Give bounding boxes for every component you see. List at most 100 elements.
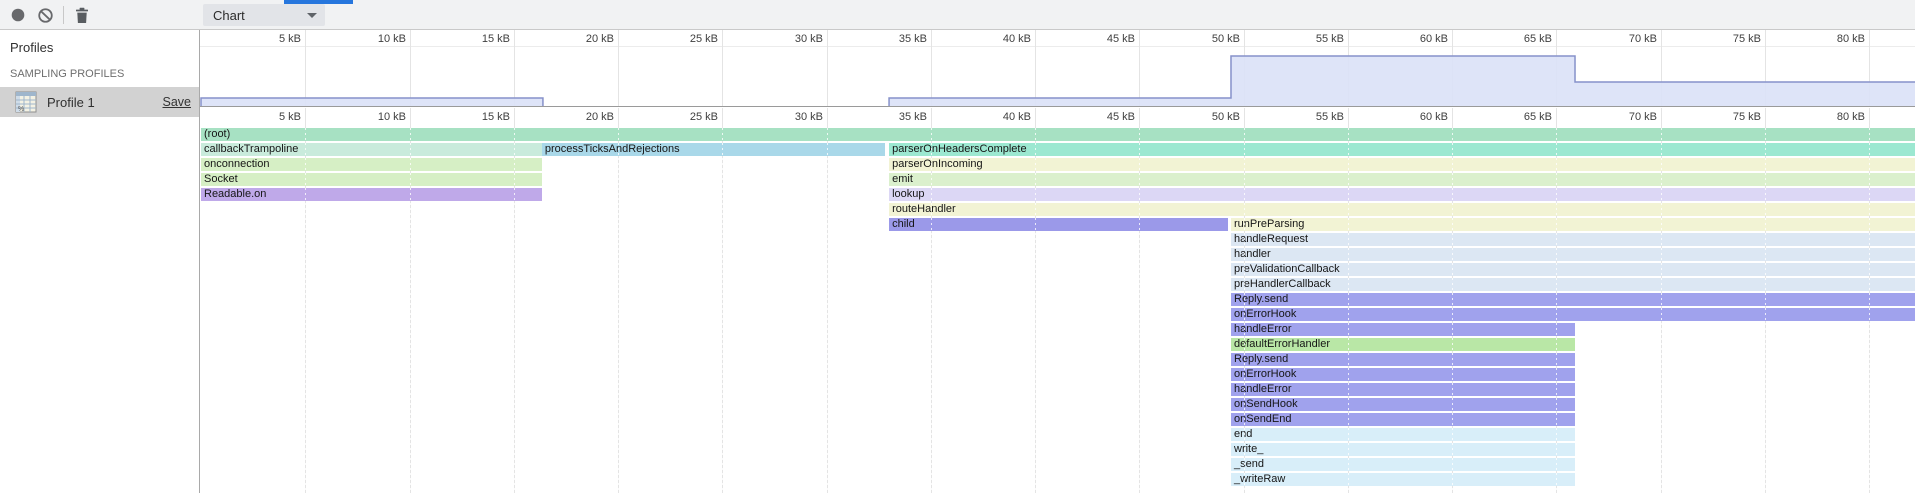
flame-bar-handleRequest[interactable]: handleRequest [1231,233,1915,246]
flame-bar-routeHandler[interactable]: routeHandler [889,203,1915,216]
gridline-25kb [722,108,723,128]
flame-bar-onSendHook[interactable]: onSendHook [1231,398,1575,411]
gridline-15kb [514,128,515,493]
gridline-60kb [1452,108,1453,128]
flame-bar-defaultErrorHandler[interactable]: defaultErrorHandler [1231,338,1575,351]
flame-bar-preValidationCallback[interactable]: preValidationCallback [1231,263,1915,276]
flame-bar-child[interactable]: child [889,218,1228,231]
toolbar: Chart [0,0,1915,30]
active-tab-indicator [284,0,353,4]
overview-area-chart[interactable] [200,30,1915,107]
clear-button[interactable] [36,6,54,24]
gridline-60kb [1452,128,1453,493]
sidebar-title: Profiles [10,40,53,55]
flame-bar-preHandlerCallback[interactable]: preHandlerCallback [1231,278,1915,291]
circle-slash-icon [37,7,54,24]
gridline-5kb [305,128,306,493]
gridline-10kb [410,128,411,493]
gridline-40kb [1035,128,1036,493]
view-mode-value: Chart [213,8,245,23]
gridline-80kb [1869,108,1870,128]
flame-bar-Reply.send[interactable]: Reply.send [1231,293,1915,306]
flame-bar-_send[interactable]: _send [1231,458,1575,471]
flame-bar-_writeRaw[interactable]: _writeRaw [1231,473,1575,486]
ruler-tick-label: 75 kB [1705,111,1761,123]
ruler-tick-label: 10 kB [350,111,406,123]
flame-bar-emit[interactable]: emit [889,173,1915,186]
ruler-tick-label: 15 kB [454,111,510,123]
trash-icon [74,7,90,24]
ruler-tick-label: 5 kB [245,111,301,123]
save-profile-link[interactable]: Save [163,95,192,109]
gridline-20kb [618,108,619,128]
delete-profile-button[interactable] [73,6,91,24]
gridline-80kb [1869,128,1870,493]
gridline-40kb [1035,108,1036,128]
gridline-5kb [305,108,306,128]
flame-chart-ruler: 5 kB 10 kB 15 kB 20 kB 25 kB 30 kB 35 kB 40 kB 4… [200,108,1915,128]
flame-bar-handler[interactable]: handler [1231,248,1915,261]
flame-bar-runPreParsing[interactable]: runPreParsing [1231,218,1915,231]
flame-bar-processTicksAndRejections[interactable]: processTicksAndRejections [542,143,885,156]
flame-bar-lookup[interactable]: lookup [889,188,1915,201]
record-icon [10,7,26,23]
ruler-tick-label: 40 kB [975,111,1031,123]
chart-pane: 5 kB 10 kB 15 kB 20 kB 25 kB 30 kB 35 kB 40 kB 4… [200,30,1915,493]
gridline-15kb [514,108,515,128]
record-button[interactable] [9,6,27,24]
toolbar-buttons [0,0,200,30]
toolbar-separator [63,6,64,24]
gridline-50kb [1244,108,1245,128]
flame-bar-onErrorHook[interactable]: onErrorHook [1231,308,1915,321]
profiles-sidebar: Profiles SAMPLING PROFILES % Profile 1 S… [0,30,200,493]
sidebar-item-profile-1[interactable]: % Profile 1 Save [0,87,199,117]
flame-bar-Reply.send[interactable]: Reply.send [1231,353,1575,366]
flame-bar-handleError[interactable]: handleError [1231,383,1575,396]
flame-bar-Readable.on[interactable]: Readable.on [201,188,542,201]
gridline-75kb [1765,108,1766,128]
gridline-55kb [1348,128,1349,493]
flame-bar-callbackTrampoline[interactable]: callbackTrampoline [201,143,542,156]
ruler-tick-label: 25 kB [662,111,718,123]
flame-bar-parserOnIncoming[interactable]: parserOnIncoming [889,158,1915,171]
flame-bar-onErrorHook[interactable]: onErrorHook [1231,368,1575,381]
ruler-tick-label: 50 kB [1184,111,1240,123]
gridline-45kb [1139,108,1140,128]
gridline-30kb [827,128,828,493]
flame-bar-onSendEnd[interactable]: onSendEnd [1231,413,1575,426]
profile-name: Profile 1 [47,95,95,110]
flame-bar-end[interactable]: end [1231,428,1575,441]
gridline-30kb [827,108,828,128]
gridline-70kb [1661,128,1662,493]
flame-bar-handleError[interactable]: handleError [1231,323,1575,336]
gridline-25kb [722,128,723,493]
gridline-35kb [931,128,932,493]
ruler-tick-label: 60 kB [1392,111,1448,123]
gridline-20kb [618,128,619,493]
ruler-tick-label: 65 kB [1496,111,1552,123]
ruler-tick-label: 45 kB [1079,111,1135,123]
flame-chart: (root) callbackTrampolineprocessTicksAndR… [200,128,1915,493]
gridline-50kb [1244,128,1245,493]
profile-table-icon: % [15,91,37,118]
svg-text:%: % [18,106,24,113]
gridline-35kb [931,108,932,128]
ruler-tick-label: 20 kB [558,111,614,123]
heap-profiler-panel: Chart Profiles SAMPLING PROFILES % [0,0,1915,493]
flame-bar-Socket[interactable]: Socket [201,173,542,186]
ruler-tick-label: 80 kB [1809,111,1865,123]
view-mode-select[interactable]: Chart [203,4,325,26]
gridline-10kb [410,108,411,128]
gridline-55kb [1348,108,1349,128]
ruler-tick-label: 35 kB [871,111,927,123]
allocation-overview[interactable]: 5 kB10 kB15 kB20 kB25 kB30 kB35 kB40 kB4… [200,30,1915,107]
flame-bar-write_[interactable]: write_ [1231,443,1575,456]
ruler-tick-label: 55 kB [1288,111,1344,123]
flame-bar-onconnection[interactable]: onconnection [201,158,542,171]
chevron-down-icon [307,13,317,18]
flame-bar-root[interactable]: (root) [201,128,1915,141]
ruler-tick-label: 30 kB [767,111,823,123]
gridline-75kb [1765,128,1766,493]
ruler-tick-label: 70 kB [1601,111,1657,123]
flame-bar-parserOnHeadersComplete[interactable]: parserOnHeadersComplete [889,143,1915,156]
